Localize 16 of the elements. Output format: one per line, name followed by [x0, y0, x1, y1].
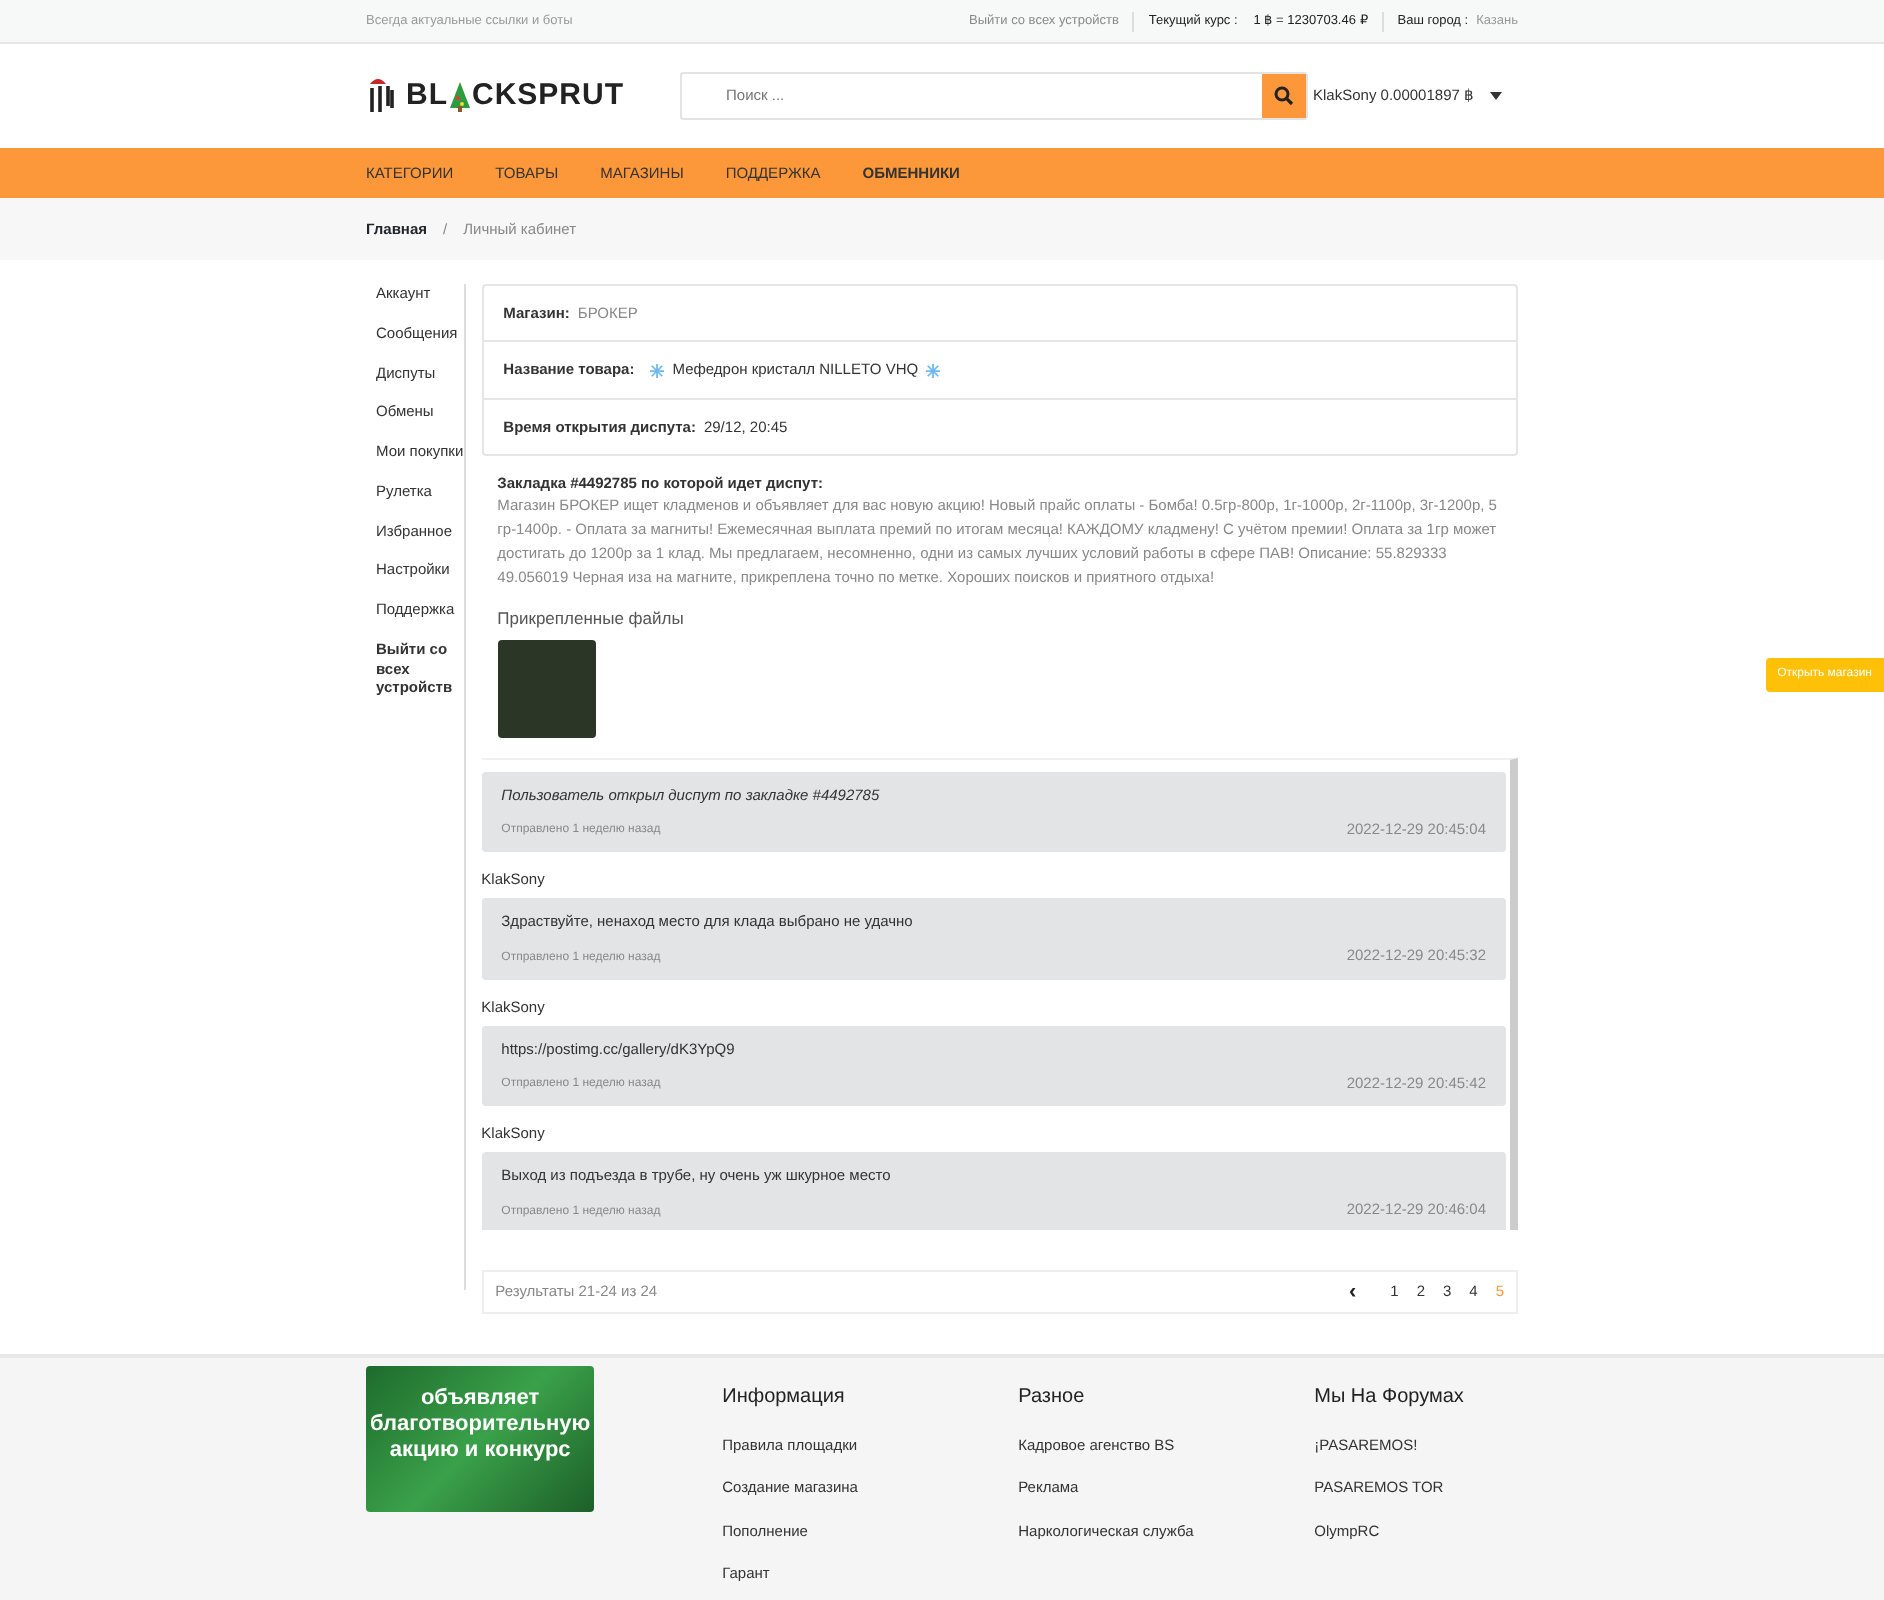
- search-icon: [1274, 86, 1295, 106]
- attachments-title: Прикрепленные файлы: [497, 606, 686, 632]
- logo-icon: [366, 76, 398, 116]
- previous-page-link[interactable]: ‹: [1348, 1275, 1357, 1308]
- tree-icon: [448, 81, 472, 111]
- footer-heading: Разное: [1018, 1386, 1087, 1410]
- logo-text: BL: [406, 75, 448, 116]
- promo-banner[interactable]: объявляет благотворительную акцию и конкурс: [366, 1366, 595, 1512]
- snowflake-icon: [650, 363, 665, 378]
- caret-icon: [1490, 92, 1502, 100]
- footer-heading: Мы На Форумах: [1314, 1386, 1466, 1410]
- snowflake-icon: [926, 363, 941, 378]
- photo-placeholder[interactable]: [497, 639, 596, 738]
- footer-heading: Информация: [722, 1386, 847, 1410]
- search-button[interactable]: [1262, 74, 1307, 118]
- logo-text: CKSPRUT: [472, 75, 625, 116]
